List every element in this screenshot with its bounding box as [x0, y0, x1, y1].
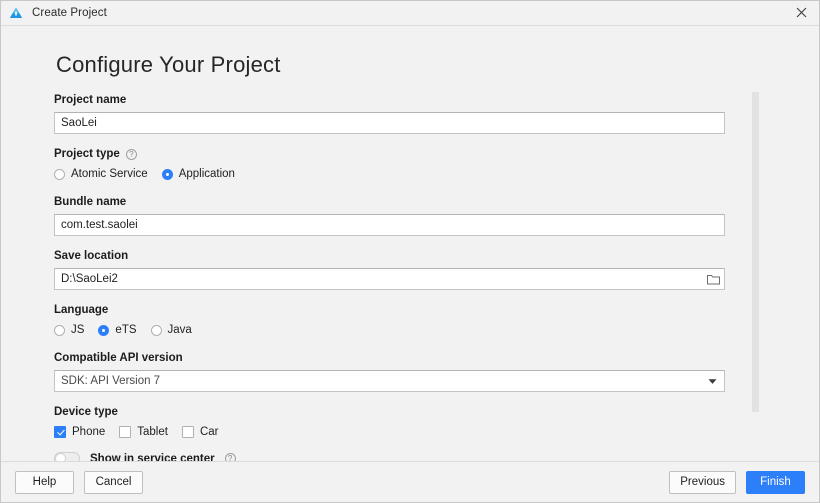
checkbox-car[interactable]: Car — [181, 426, 219, 438]
checkbox-indicator — [181, 426, 194, 438]
window-title: Create Project — [32, 7, 107, 19]
help-circle-icon[interactable]: ? — [125, 148, 137, 160]
field-save-location: Save location — [54, 250, 725, 290]
field-device-type: Device type Phone Tablet Car Show in ser… — [54, 406, 725, 461]
language-radio-group: JS eTS Java — [54, 322, 725, 338]
project-name-label-text: Project name — [54, 94, 127, 106]
radio-ets[interactable]: eTS — [98, 324, 137, 336]
project-name-label: Project name — [54, 94, 725, 106]
checkbox-label: Car — [199, 426, 219, 438]
api-version-selected-value: SDK: API Version 7 — [61, 375, 161, 387]
cancel-button[interactable]: Cancel — [84, 470, 143, 494]
show-in-service-center-label: Show in service center — [90, 452, 215, 462]
radio-indicator — [98, 324, 110, 336]
bundle-name-input[interactable] — [54, 214, 725, 236]
radio-indicator — [150, 324, 162, 336]
save-location-input[interactable] — [54, 268, 725, 290]
scrollbar-thumb[interactable] — [752, 92, 759, 412]
title-bar: Create Project — [1, 1, 819, 26]
previous-button[interactable]: Previous — [669, 470, 736, 494]
language-label: Language — [54, 304, 725, 316]
create-project-dialog: Create Project Configure Your Project Pr… — [0, 0, 820, 503]
field-api-version: Compatible API version SDK: API Version … — [54, 352, 725, 392]
field-project-name: Project name — [54, 94, 725, 134]
language-label-text: Language — [54, 304, 109, 316]
device-type-label-text: Device type — [54, 406, 118, 418]
radio-label: Application — [178, 168, 235, 180]
radio-js[interactable]: JS — [54, 324, 84, 336]
radio-label: Atomic Service — [71, 168, 148, 180]
device-type-checkbox-group: Phone Tablet Car — [54, 424, 725, 440]
radio-java[interactable]: Java — [150, 324, 192, 336]
project-type-radio-group: Atomic Service Application — [54, 166, 725, 182]
help-circle-icon[interactable]: ? — [224, 453, 236, 461]
project-type-label: Project type ? — [54, 148, 725, 160]
dialog-footer: Help Cancel Previous Finish — [1, 461, 819, 502]
help-button[interactable]: Help — [15, 470, 74, 494]
deveco-triangle-logo-icon — [8, 5, 24, 21]
save-location-label-text: Save location — [54, 250, 129, 262]
checkbox-label: Phone — [72, 426, 106, 438]
field-language: Language JS eTS Java — [54, 304, 725, 338]
show-in-service-center-toggle[interactable] — [54, 452, 80, 461]
toggle-knob — [55, 453, 66, 461]
chevron-down-icon — [708, 377, 717, 386]
project-type-label-text: Project type — [54, 148, 120, 160]
checkbox-indicator — [119, 426, 132, 438]
radio-atomic-service[interactable]: Atomic Service — [54, 168, 148, 180]
checkbox-tablet[interactable]: Tablet — [119, 426, 168, 438]
project-config-form: Project name Project type ? Atomic Servi… — [54, 94, 725, 461]
api-version-label: Compatible API version — [54, 352, 725, 364]
project-name-input[interactable] — [54, 112, 725, 134]
radio-indicator — [54, 324, 65, 336]
device-type-label: Device type — [54, 406, 725, 418]
radio-label: JS — [71, 324, 85, 336]
close-icon[interactable] — [783, 1, 819, 24]
radio-label: eTS — [115, 324, 137, 336]
field-show-in-service-center: Show in service center ? — [54, 452, 725, 461]
checkbox-label: Tablet — [137, 426, 168, 438]
radio-indicator — [161, 168, 173, 180]
field-project-type: Project type ? Atomic Service Applicatio… — [54, 148, 725, 182]
finish-button[interactable]: Finish — [746, 470, 805, 494]
page-title: Configure Your Project — [56, 52, 281, 77]
bundle-name-label-text: Bundle name — [54, 196, 127, 208]
folder-icon[interactable] — [702, 269, 724, 289]
api-version-select[interactable]: SDK: API Version 7 — [54, 370, 725, 392]
field-bundle-name: Bundle name — [54, 196, 725, 236]
content-scrollbar[interactable] — [752, 92, 759, 412]
bundle-name-label: Bundle name — [54, 196, 725, 208]
checkbox-indicator — [54, 426, 66, 438]
api-version-label-text: Compatible API version — [54, 352, 183, 364]
radio-indicator — [54, 168, 65, 180]
checkbox-phone[interactable]: Phone — [54, 426, 105, 438]
save-location-label: Save location — [54, 250, 725, 262]
dialog-content: Configure Your Project Project name Proj… — [1, 26, 819, 461]
radio-application[interactable]: Application — [161, 168, 235, 180]
radio-label: Java — [167, 324, 192, 336]
